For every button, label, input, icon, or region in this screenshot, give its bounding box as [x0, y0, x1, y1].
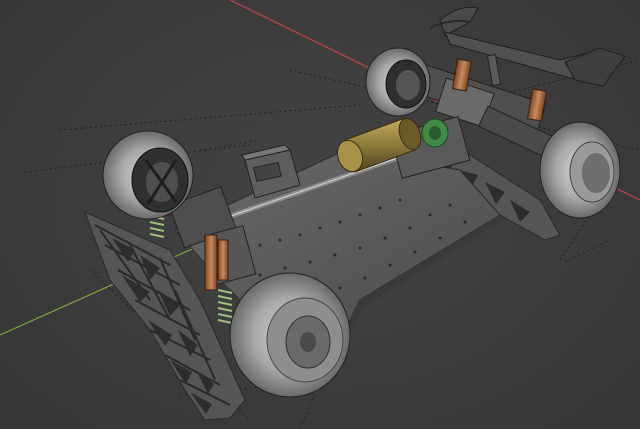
scene-canvas[interactable]	[0, 0, 640, 429]
rear-left-tire[interactable]	[365, 47, 431, 117]
3d-viewport[interactable]	[0, 0, 640, 429]
rear-right-tire[interactable]	[539, 121, 621, 219]
front-right-tire[interactable]	[229, 272, 351, 398]
front-left-tire[interactable]	[102, 130, 194, 220]
